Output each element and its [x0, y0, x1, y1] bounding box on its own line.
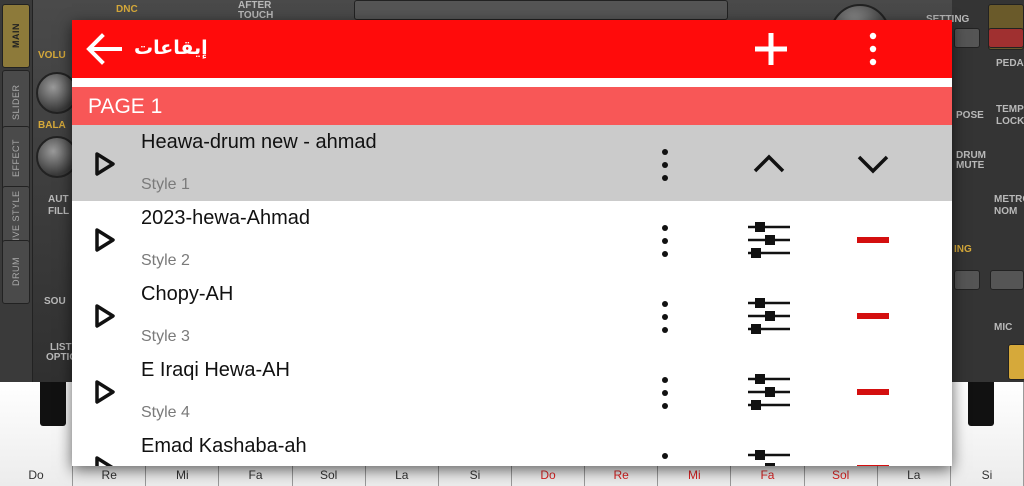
divider [72, 78, 952, 87]
vertical-dots-icon[interactable] [862, 30, 884, 68]
style-row[interactable]: Heawa-drum new - ahmad Style 1 [72, 125, 952, 201]
style-row[interactable]: Chopy-AH Style 3 [72, 277, 952, 353]
background-label: LOCK [996, 116, 1024, 127]
key-label: Fa [248, 468, 263, 482]
black-key[interactable] [968, 382, 994, 426]
plus-icon[interactable] [752, 30, 790, 68]
equalizer-settings-icon[interactable] [746, 219, 792, 261]
key-label: Re [101, 468, 117, 482]
play-icon[interactable] [94, 151, 116, 177]
key-label: Sol [831, 468, 850, 482]
bg-button[interactable] [954, 270, 980, 290]
style-row[interactable]: Emad Kashaba-ah [72, 429, 952, 466]
key-label: Mi [176, 468, 189, 482]
remove-icon[interactable] [852, 371, 894, 413]
background-label: FILL [48, 206, 70, 217]
key-label: La [395, 468, 409, 482]
setting-button[interactable] [954, 28, 980, 48]
key-label: Sol [319, 468, 338, 482]
background-label: METRO [994, 194, 1024, 205]
remove-icon[interactable] [852, 295, 894, 337]
more-options-icon[interactable] [656, 375, 674, 411]
style-name: Heawa-drum new - ahmad [141, 131, 377, 153]
arrow-left-icon[interactable] [84, 32, 124, 66]
more-options-icon[interactable] [656, 147, 674, 183]
remove-icon[interactable] [852, 447, 894, 466]
key-label: Si [469, 468, 481, 482]
background-label: BALA [38, 120, 66, 131]
style-number: Style 3 [141, 328, 190, 345]
move-up-icon[interactable] [746, 143, 792, 185]
background-label: SOU [44, 296, 66, 307]
play-icon[interactable] [94, 227, 116, 253]
more-options-icon[interactable] [656, 299, 674, 335]
background-label: MIC [994, 322, 1013, 333]
style-name: E Iraqi Hewa-AH [141, 359, 290, 381]
equalizer-settings-icon[interactable] [746, 371, 792, 413]
remove-icon[interactable] [852, 219, 894, 261]
key-label: La [907, 468, 921, 482]
key-label: Re [613, 468, 629, 482]
style-number: Style 4 [141, 404, 190, 421]
key-label: Fa [760, 468, 775, 482]
style-number: Style 2 [141, 252, 190, 269]
background-label: TEMP [996, 104, 1024, 115]
more-options-icon[interactable] [656, 223, 674, 259]
volume-slider[interactable] [1008, 344, 1024, 380]
styles-dialog: إيقاعات PAGE 1 Heawa-drum new - ahmad Sty… [72, 20, 952, 466]
style-row[interactable]: E Iraqi Hewa-AH Style 4 [72, 353, 952, 429]
background-display [354, 0, 728, 20]
style-number: Style 1 [141, 176, 190, 193]
style-name: Chopy-AH [141, 283, 234, 305]
app-bar: إيقاعات [72, 20, 952, 78]
styles-list[interactable]: Heawa-drum new - ahmad Style 1 2023-hewa-A… [72, 125, 952, 466]
equalizer-settings-icon[interactable] [746, 447, 792, 466]
background-label: DNC [116, 4, 138, 15]
background-label: PEDA [996, 58, 1024, 69]
key-label: Si [981, 468, 993, 482]
background-label: ING [954, 244, 972, 255]
key-label: Do [540, 468, 556, 482]
black-key[interactable] [40, 382, 66, 426]
play-icon[interactable] [94, 303, 116, 329]
style-name: Emad Kashaba-ah [141, 435, 307, 457]
dialog-title: إيقاعات [134, 38, 208, 59]
background-label: MUTE [956, 160, 985, 171]
equalizer-settings-icon[interactable] [746, 295, 792, 337]
key-label: Mi [688, 468, 701, 482]
background-label: NOM [994, 206, 1018, 217]
background-label: AUT [48, 194, 69, 205]
bg-button[interactable] [990, 270, 1024, 290]
style-name: 2023-hewa-Ahmad [141, 207, 310, 229]
move-down-icon[interactable] [852, 143, 894, 185]
style-row[interactable]: 2023-hewa-Ahmad Style 2 [72, 201, 952, 277]
red-indicator [988, 28, 1024, 48]
play-icon[interactable] [94, 379, 116, 405]
background-label: POSE [956, 110, 984, 121]
key-label: Do [28, 468, 44, 482]
side-tab[interactable]: EFFECT [2, 126, 30, 190]
more-options-icon[interactable] [656, 451, 674, 466]
background-label: VOLU [38, 50, 66, 61]
side-tab[interactable]: MAIN [2, 4, 30, 68]
play-icon[interactable] [94, 455, 116, 466]
page-header: PAGE 1 [72, 87, 952, 125]
side-tab[interactable]: DRUM [2, 240, 30, 304]
side-tab[interactable]: SLIDER [2, 70, 30, 134]
